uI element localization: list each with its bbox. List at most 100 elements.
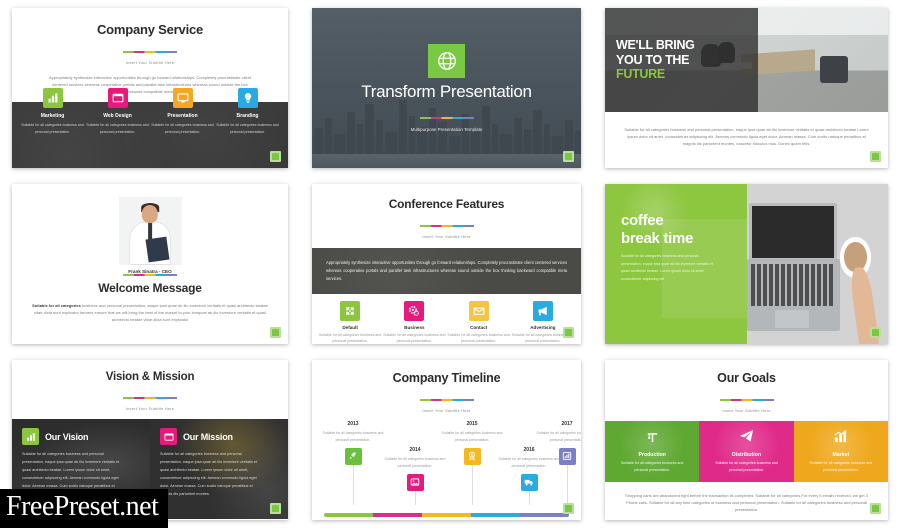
timeline-desc: Suitable for all categories business and… (536, 431, 581, 442)
status-badge[interactable] (270, 151, 281, 162)
timeline-item-2017[interactable]: 2017 Suitable for all categories busines… (536, 421, 581, 505)
goal-desc: Suitable for all categories business and… (715, 461, 778, 472)
slide-well-bring-you-future[interactable]: WE'LL BRING YOU TO THE FUTURE Suitable f… (605, 8, 888, 168)
body-paragraph: Shopping carts are abandoned right befor… (625, 493, 868, 512)
slide-cell-welcome-message[interactable]: Frank Sinatra - CEO Welcome Message Suit… (0, 176, 300, 352)
subtitle-block: Multipurpose Presentation Template (410, 106, 483, 132)
status-badge[interactable] (870, 327, 881, 338)
goal-desc: Suitable for all categories business and… (809, 461, 873, 472)
feature-title: Presentation (167, 113, 198, 119)
feature-desc: Suitable for all categories business and… (383, 333, 446, 344)
slide-cell-company-timeline[interactable]: Company Timeline Insert Your Subtitle He… (300, 352, 593, 528)
headline-line-3: FUTURE (616, 67, 665, 82)
timeline-item-2013[interactable]: 2013 Suitable for all categories busines… (322, 421, 384, 505)
slide-transform-presentation[interactable]: Transform Presentation Multipurpose Pres… (312, 8, 581, 168)
megaphone-icon (532, 301, 553, 321)
bar-chart-icon (833, 429, 848, 449)
timeline-item-2014[interactable]: 2014 Suitable for all categories busines… (384, 447, 446, 505)
feature-title: Contact (470, 325, 488, 330)
body-paragraph: Suitable for all categories business and… (621, 254, 713, 282)
feature-item-marketing[interactable]: Marketing Suitable for all categories bu… (20, 88, 85, 168)
bulb-icon (237, 88, 258, 108)
timeline-desc: Suitable for all categories business and… (322, 431, 384, 442)
slide-company-service[interactable]: Company Service Insert Your Subtitle Her… (12, 8, 288, 168)
bar-chart-icon (42, 88, 63, 108)
rocket-icon (344, 447, 362, 465)
office-photo: WE'LL BRING YOU TO THE FUTURE (605, 8, 888, 112)
bar-chart-icon (22, 428, 39, 445)
status-badge[interactable] (870, 151, 881, 162)
feature-title: Web Design (103, 113, 132, 119)
feature-item-default[interactable]: Default Suitable for all categories busi… (318, 301, 382, 344)
headline: WE'LL BRING YOU TO THE FUTURE (616, 38, 758, 82)
color-divider (719, 399, 774, 401)
timeline-year: 2015 (466, 421, 478, 427)
slide-coffee-break-time[interactable]: coffee break time Suitable for all categ… (605, 184, 888, 344)
status-badge[interactable] (870, 503, 881, 514)
page-subtitle: Insert Your Subtitle Here (722, 408, 771, 413)
goal-item-distribution[interactable]: Distribution Suitable for all categories… (699, 421, 794, 482)
panel-our-mission[interactable]: Our Mission Suitable for all categories … (150, 419, 288, 519)
feature-desc: Suitable for all categories business and… (318, 333, 382, 344)
subtitle-block: Insert Your Subtitle Here (605, 388, 888, 413)
slide-gallery-grid: Company Service Insert Your Subtitle Her… (0, 0, 900, 528)
laptop-photo (746, 184, 888, 344)
page-title: Company Service (96, 22, 204, 37)
goal-desc: Suitable for all categories business and… (620, 461, 684, 472)
slide-cell-company-service[interactable]: Company Service Insert Your Subtitle Her… (0, 0, 300, 176)
goal-item-production[interactable]: Production Suitable for all categories b… (605, 421, 700, 482)
slide-our-goals[interactable]: Our Goals Insert Your Subtitle Here Prod… (605, 360, 888, 520)
feature-title: Business (404, 325, 425, 330)
globe-icon (428, 44, 465, 78)
title-block: Transform Presentation Multipurpose Pres… (312, 8, 581, 168)
page-subtitle: Multipurpose Presentation Template (410, 127, 483, 132)
color-divider (123, 274, 177, 276)
slide-cell-our-goals[interactable]: Our Goals Insert Your Subtitle Here Prod… (593, 352, 900, 528)
window-icon (107, 88, 128, 108)
goal-title: Production (638, 452, 666, 459)
timeline-bar-segment (373, 513, 422, 517)
headline-line-1: coffee (621, 212, 664, 229)
timeline-bar-segment (471, 513, 520, 517)
status-badge[interactable] (563, 151, 574, 162)
color-divider (123, 51, 177, 53)
feature-item-contact[interactable]: Contact Suitable for all categories busi… (447, 301, 511, 344)
feature-item-business[interactable]: Business Suitable for all categories bus… (382, 301, 446, 344)
goal-row: Production Suitable for all categories b… (605, 421, 888, 482)
status-badge[interactable] (270, 327, 281, 338)
timeline: 2013 Suitable for all categories busines… (312, 419, 581, 520)
timeline-item-2015[interactable]: 2015 Suitable for all categories busines… (441, 421, 503, 505)
slide-cell-well-bring-you-future[interactable]: WE'LL BRING YOU TO THE FUTURE Suitable f… (593, 0, 900, 176)
feature-desc: Suitable for all categories business and… (216, 123, 279, 134)
body-paragraph: Suitable for all categories business and… (624, 127, 869, 146)
feature-item-web-design[interactable]: Web Design Suitable for all categories b… (85, 88, 150, 168)
feature-title: Default (342, 325, 358, 330)
watermark: FreePreset.net (0, 489, 169, 528)
goal-title: Distribution (731, 452, 762, 459)
slide-company-timeline[interactable]: Company Timeline Insert Your Subtitle He… (312, 360, 581, 520)
feature-desc: Suitable for all categories business and… (86, 123, 149, 134)
headline-overlay: WE'LL BRING YOU TO THE FUTURE (605, 8, 758, 112)
slide-header: Company Timeline Insert Your Subtitle He… (312, 360, 581, 413)
slide-cell-transform-presentation[interactable]: Transform Presentation Multipurpose Pres… (300, 0, 593, 176)
page-title: Company Timeline (392, 371, 501, 385)
feature-desc: Suitable for all categories business and… (447, 333, 510, 344)
slide-cell-coffee-break-time[interactable]: coffee break time Suitable for all categ… (593, 176, 900, 352)
headline-line-2: YOU TO THE (616, 52, 690, 67)
status-badge[interactable] (563, 503, 574, 514)
goal-item-market[interactable]: Market Suitable for all categories busin… (793, 421, 888, 482)
slide-welcome-message[interactable]: Frank Sinatra - CEO Welcome Message Suit… (12, 184, 288, 344)
slide-conference-features[interactable]: Conference Features Insert Your Subtitle… (312, 184, 581, 344)
feature-list: Default Suitable for all categories busi… (312, 294, 581, 344)
status-badge[interactable] (563, 327, 574, 338)
timeline-bar-segment (324, 513, 373, 517)
page-subtitle: Insert Your Subtitle Here (125, 406, 175, 411)
timeline-year: 2017 (561, 421, 573, 427)
feature-item-presentation[interactable]: Presentation Suitable for all categories… (150, 88, 215, 168)
envelope-icon (468, 301, 489, 321)
status-badge[interactable] (270, 503, 281, 514)
laptop-trackpad (774, 310, 809, 328)
panel-title: Our Vision (45, 431, 89, 442)
slide-cell-conference-features[interactable]: Conference Features Insert Your Subtitle… (300, 176, 593, 352)
timeline-desc: Suitable for all categories business and… (441, 431, 503, 442)
